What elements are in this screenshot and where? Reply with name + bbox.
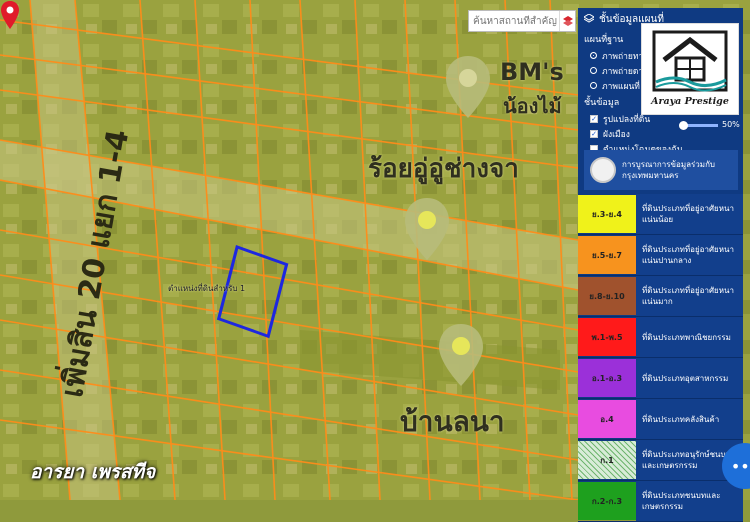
place-label-home: บ้านลนา: [400, 405, 505, 438]
house-logo-icon: [652, 30, 728, 92]
brand-logo: Araya Prestige: [641, 23, 739, 115]
checkbox-checked[interactable]: ✓: [590, 114, 598, 123]
radio[interactable]: [590, 67, 597, 74]
legend-swatch: ก.2-ก.3: [578, 482, 636, 520]
place-label-shop: ร้อยอู่อู่ช่างจา: [368, 154, 519, 184]
legend-swatch: อ.1-อ.3: [578, 359, 636, 397]
legend-label: ที่ดินประเภทที่อยู่อาศัยหนาแน่นมาก: [636, 276, 743, 316]
legend-row: ก.2-ก.3 ที่ดินประเภทชนบทและเกษตรกรรม: [578, 481, 743, 522]
layers-button[interactable]: [559, 11, 575, 31]
place-pin-icon[interactable]: [436, 322, 486, 388]
search-input[interactable]: [469, 14, 559, 28]
org-banner: การบูรณาการข้อมูลร่วมกับ กรุงเทพมหานคร: [584, 150, 738, 190]
layers-icon: [562, 16, 573, 26]
pin-label: ตำแหน่งที่ดินสำหรับ 1: [168, 284, 246, 293]
legend-row: อ.1-อ.3 ที่ดินประเภทอุตสาหกรรม: [578, 358, 743, 399]
logo-text: Araya Prestige: [651, 96, 729, 107]
place-pin-icon[interactable]: [443, 54, 493, 120]
radio[interactable]: [590, 82, 597, 89]
radio-selected[interactable]: [590, 52, 597, 59]
legend-swatch: ย.8-ย.10: [578, 277, 636, 315]
legend-row: พ.1-พ.5 ที่ดินประเภทพาณิชยกรรม: [578, 317, 743, 358]
zoning-legend: ย.3-ย.4 ที่ดินประเภทที่อยู่อาศัยหนาแน่นน…: [578, 194, 743, 522]
place-pin-icon[interactable]: [402, 196, 452, 262]
legend-row: ก.1 ที่ดินประเภทอนุรักษ์ชนบทและเกษตรกรรม: [578, 440, 743, 481]
legend-label: ที่ดินประเภทพาณิชยกรรม: [636, 317, 743, 357]
search-box[interactable]: [468, 10, 576, 32]
legend-row: ย.3-ย.4 ที่ดินประเภทที่อยู่อาศัยหนาแน่นน…: [578, 194, 743, 235]
watermark-text: อารยา เพรสทีจ: [30, 461, 156, 483]
legend-label: ที่ดินประเภทอุตสาหกรรม: [636, 358, 743, 398]
more-dots-icon: •••: [730, 456, 750, 476]
legend-swatch: ย.3-ย.4: [578, 195, 636, 233]
opacity-slider[interactable]: [679, 121, 718, 130]
bangkok-seal-icon: [590, 157, 616, 183]
opacity-value: 50%: [722, 120, 740, 129]
legend-label: ที่ดินประเภทคลังสินค้า: [636, 399, 743, 439]
legend-swatch: พ.1-พ.5: [578, 318, 636, 356]
legend-label: ที่ดินประเภทที่อยู่อาศัยหนาแน่นปานกลาง: [636, 235, 743, 275]
stack-icon: [584, 14, 594, 23]
checkbox-checked[interactable]: ✓: [590, 129, 598, 138]
legend-label: ที่ดินประเภทชนบทและเกษตรกรรม: [636, 481, 743, 521]
org-name: การบูรณาการข้อมูลร่วมกับ กรุงเทพมหานคร: [622, 160, 715, 180]
legend-swatch: ย.5-ย.7: [578, 236, 636, 274]
legend-row: ย.5-ย.7 ที่ดินประเภทที่อยู่อาศัยหนาแน่นป…: [578, 235, 743, 276]
basemap-label: ภาพแผนที่: [602, 81, 640, 92]
location-pin-icon[interactable]: [0, 0, 20, 30]
layer-label: ผังเมือง: [603, 129, 630, 140]
legend-swatch: ก.1: [578, 441, 636, 479]
legend-row: อ.4 ที่ดินประเภทคลังสินค้า: [578, 399, 743, 440]
legend-row: ย.8-ย.10 ที่ดินประเภทที่อยู่อาศัยหนาแน่น…: [578, 276, 743, 317]
slider-knob[interactable]: [679, 121, 688, 130]
layer-option[interactable]: ✓ ผังเมือง: [578, 126, 743, 141]
legend-swatch: อ.4: [578, 400, 636, 438]
place-label-bms-sub: น้องไม้: [503, 94, 562, 118]
place-label-bms: BM's: [500, 58, 564, 86]
legend-label: ที่ดินประเภทที่อยู่อาศัยหนาแน่นน้อย: [636, 194, 743, 234]
